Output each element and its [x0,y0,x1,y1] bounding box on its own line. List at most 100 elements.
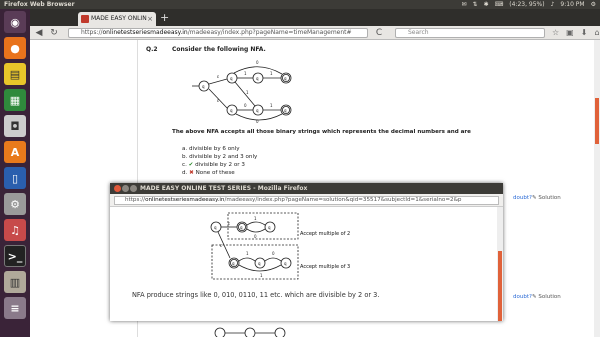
svg-text:0: 0 [256,60,259,65]
settings-gear-icon[interactable]: ⚙ [591,0,596,9]
close-tab-icon[interactable]: × [147,12,153,26]
site-favicon-icon [81,15,89,23]
svg-text:1: 1 [270,71,273,76]
files-stack-icon[interactable]: ≡ [4,297,26,319]
next-question-diagram [214,327,286,337]
terminal-icon[interactable]: >_ [4,245,26,267]
page-scrollbar[interactable] [594,40,600,337]
svg-text:1: 1 [260,273,263,278]
tab-bar: MADE EASY ONLIN × + [30,9,600,26]
download-icon[interactable]: ⬇ [581,27,588,39]
wrong-cross-icon: ✖ [189,170,194,176]
star-icon[interactable]: ☆ [552,27,559,39]
popup-scroll-thumb[interactable] [498,251,502,321]
workspace-switcher-icon[interactable]: ▥ [4,271,26,293]
accept-multiple-3-label: Accept multiple of 3 [300,264,351,270]
url-bar[interactable]: https://onlinetestseriesmadeeasy.in/made… [68,28,368,38]
svg-text:q: q [240,225,243,230]
tab-made-easy[interactable]: MADE EASY ONLIN × [78,12,156,26]
document-viewer-icon[interactable]: ▯ [4,167,26,189]
volume-icon[interactable]: ♪ [551,0,555,9]
option-d[interactable]: d. ✖ None of these [182,169,257,177]
top-panel: Firefox Web Browser ✉ ⇅ ✱ ⌨ (4:23, 95%) … [0,0,600,9]
page-scroll-thumb[interactable] [595,98,599,144]
svg-text:q: q [256,108,259,113]
firefox-icon[interactable]: ● [4,37,26,59]
solution-button[interactable]: ✎ Solution [532,195,561,201]
option-c[interactable]: c. ✔ divisible by 2 or 3 [182,161,257,169]
svg-text:0: 0 [272,251,275,256]
svg-text:1: 1 [270,103,273,108]
popup-url-bar: https://onlinetestseriesmadeeasy.in/made… [110,194,503,207]
url-prefix: https:// [81,29,103,36]
doubt-link-2[interactable]: doubt? [513,294,532,300]
clipboard-icon[interactable]: ▣ [566,27,574,39]
solution-nfa-diagram: ε ε 1 0 1 0 1 q q q q q q [210,212,299,280]
popup-url-host: onlinetestseriesmadeeasy.in [145,197,225,203]
maximize-window-icon[interactable] [130,185,137,192]
clock[interactable]: 9:10 PM [560,0,584,9]
popup-content: ε ε 1 0 1 0 1 q q q q q q Accept multiple of 2 A… [110,207,497,321]
popup-url-field[interactable]: https://onlinetestseriesmadeeasy.in/made… [114,196,499,205]
svg-text:1: 1 [246,90,249,95]
new-tab-button[interactable]: + [160,12,169,24]
svg-text:q: q [232,261,235,266]
popup-scrollbar[interactable] [497,207,503,321]
bluetooth-icon[interactable]: ✱ [484,0,489,9]
svg-text:q: q [268,225,271,230]
pencil-icon: ✎ [532,195,537,201]
svg-text:q: q [284,108,287,113]
tab-title: MADE EASY ONLIN [91,15,147,22]
option-b[interactable]: b. divisible by 2 and 3 only [182,153,257,161]
question-description: The above NFA accepts all those binary s… [172,129,471,135]
solution-button-2[interactable]: ✎ Solution [532,294,561,300]
active-app-name: Firefox Web Browser [4,1,75,8]
reload-page-icon[interactable]: C [373,27,385,39]
svg-text:q: q [230,76,233,81]
url-path: /madeeasy/index.php?pageName=timeManagem… [187,29,352,36]
svg-text:ε: ε [217,74,219,79]
svg-text:ε: ε [220,243,222,248]
svg-text:q: q [258,261,261,266]
search-input[interactable]: Search [395,28,545,38]
camera-icon[interactable]: ◘ [4,115,26,137]
accept-multiple-2-label: Accept multiple of 2 [300,231,351,237]
system-settings-icon[interactable]: ⚙ [4,193,26,215]
software-center-icon[interactable]: A [4,141,26,163]
spreadsheet-icon[interactable]: ▦ [4,89,26,111]
svg-text:0: 0 [244,103,247,108]
question-number: Q.2 [146,46,158,53]
question-prompt: Consider the following NFA. [172,46,266,53]
solution-popup-window: MADE EASY ONLINE TEST SERIES - Mozilla F… [110,183,503,321]
toolbar-icons: ☆ ▣ ⬇ ⌂ ◗ ≡ [552,27,600,39]
popup-titlebar[interactable]: MADE EASY ONLINE TEST SERIES - Mozilla F… [110,183,503,194]
svg-text:ε: ε [217,98,219,103]
launcher: ◉ ● ▤ ▦ ◘ A ▯ ⚙ ♫ >_ ▥ ≡ [0,9,30,337]
dash-icon[interactable]: ◉ [4,11,26,33]
mail-icon[interactable]: ✉ [462,0,467,9]
search-placeholder: Search [408,29,429,36]
url-host: onlinetestseriesmadeeasy.in [102,29,188,36]
svg-text:1: 1 [244,71,247,76]
popup-url-prefix: https:// [125,197,146,203]
system-tray: ✉ ⇅ ✱ ⌨ (4:23, 95%) ♪ 9:10 PM ⚙ [462,0,597,9]
music-player-icon[interactable]: ♫ [4,219,26,241]
back-icon[interactable]: ◀ [33,27,45,39]
doubt-link[interactable]: doubt? [513,195,532,201]
keyboard-icon[interactable]: ⌨ [495,0,504,9]
svg-text:ε: ε [228,221,230,226]
minimize-window-icon[interactable] [122,185,129,192]
battery-status[interactable]: (4:23, 95%) [509,0,544,9]
solution-caption: NFA produce strings like 0, 010, 0110, 1… [132,291,380,299]
svg-text:0: 0 [254,234,257,239]
reload-icon[interactable]: ↻ [48,27,60,39]
network-icon[interactable]: ⇅ [473,0,478,9]
option-a[interactable]: a. divisible by 6 only [182,145,257,153]
svg-text:1: 1 [246,251,249,256]
svg-text:q: q [202,84,205,89]
pencil-icon: ✎ [532,294,537,300]
notes-icon[interactable]: ▤ [4,63,26,85]
home-icon[interactable]: ⌂ [594,27,599,39]
close-window-icon[interactable] [114,185,121,192]
popup-url-path: /madeeasy/index.php?pageName=solution&qi… [224,197,462,203]
